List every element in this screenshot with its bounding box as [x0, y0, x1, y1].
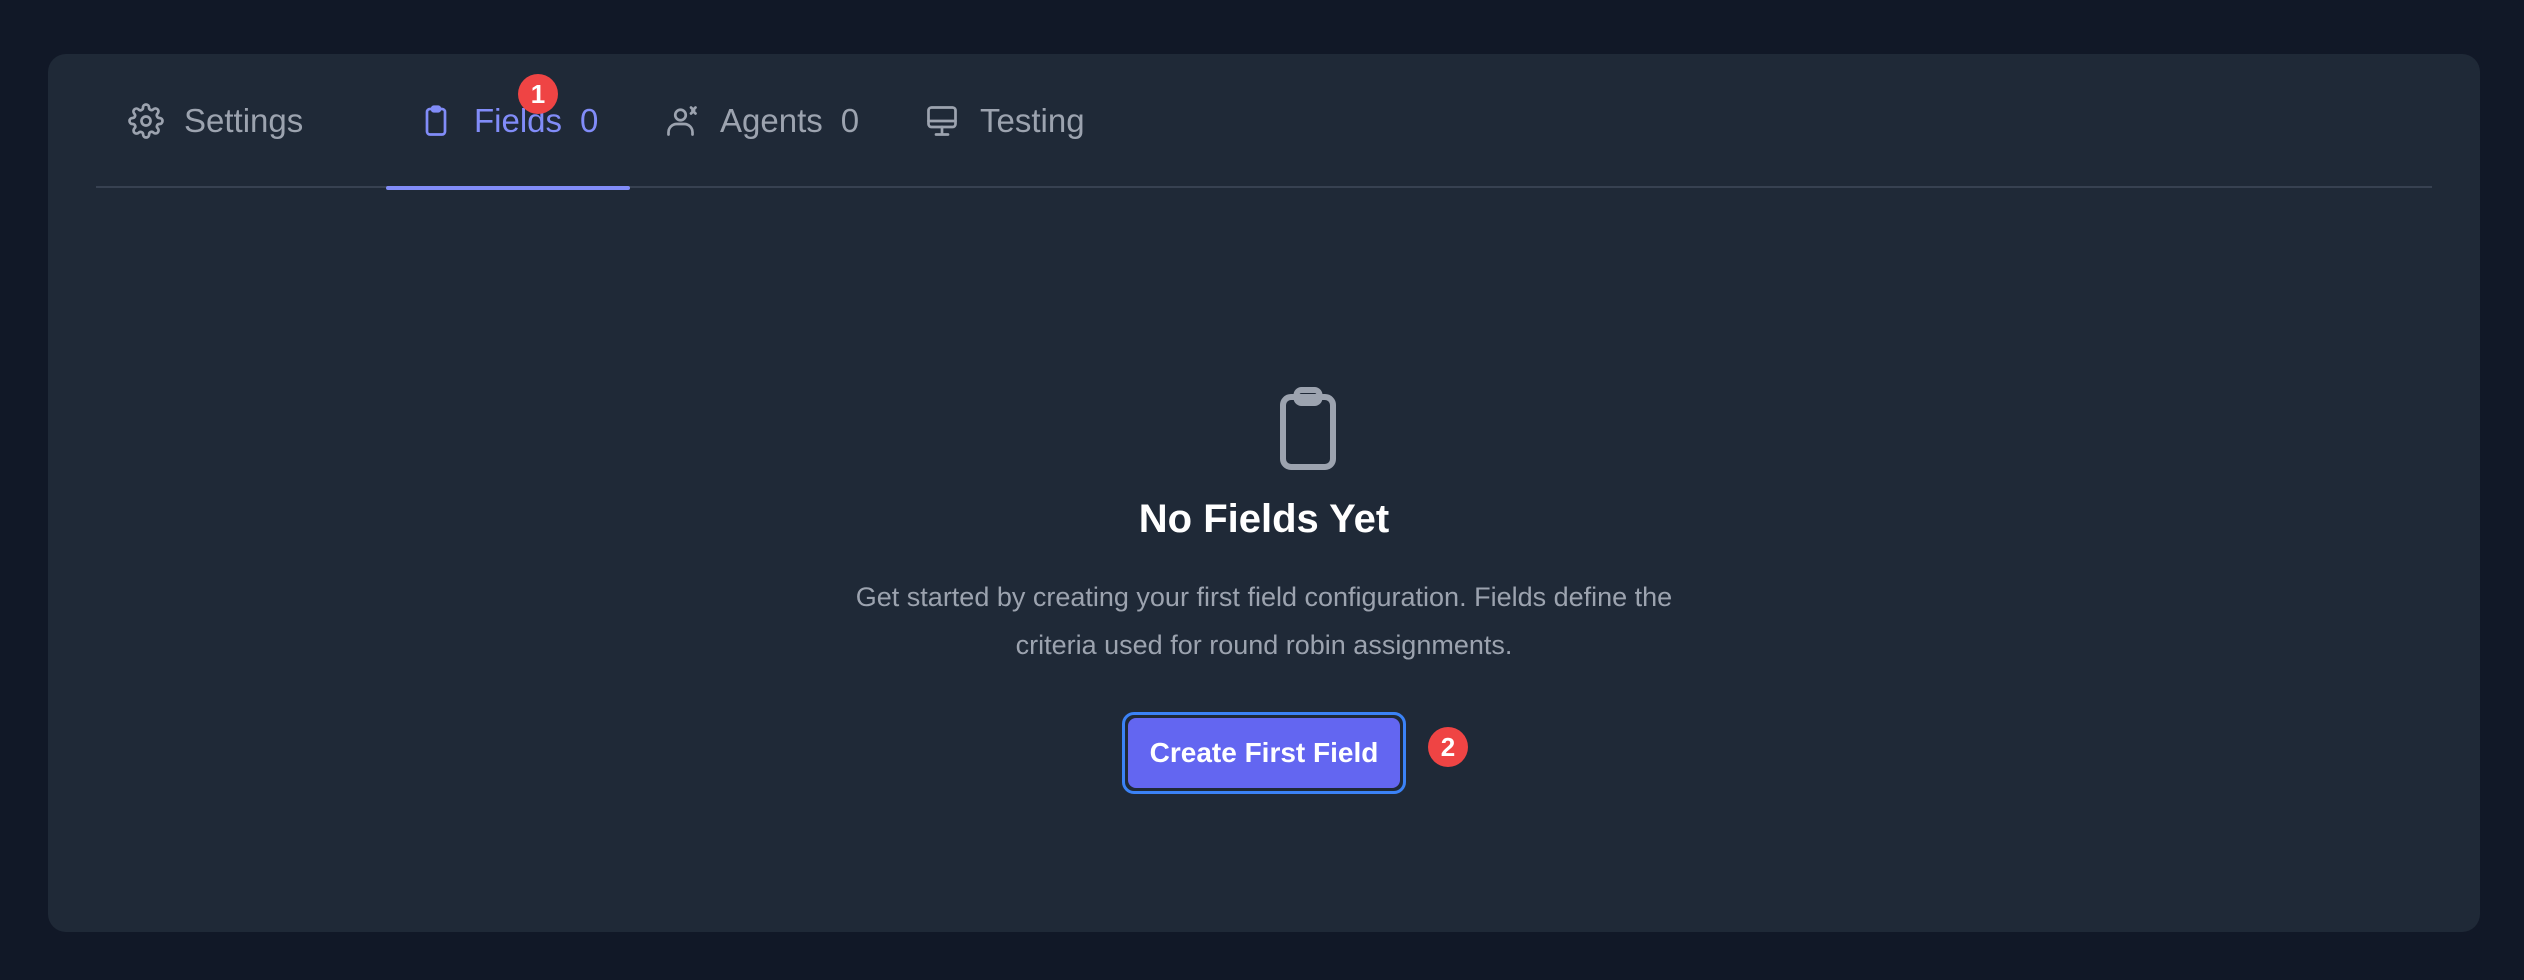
- user-assign-icon: [664, 103, 700, 139]
- tab-agents-label: Agents: [720, 102, 823, 139]
- clipboard-icon: [1248, 372, 1368, 492]
- tab-fields[interactable]: Fields 0: [386, 54, 631, 190]
- gear-icon: [128, 103, 164, 139]
- annotation-badge-2: 2: [1428, 727, 1468, 767]
- annotation-badge-1: 1: [518, 74, 558, 114]
- tab-testing[interactable]: Testing: [924, 54, 1085, 188]
- tab-agents-count: 0: [840, 102, 860, 139]
- tab-settings[interactable]: Settings: [128, 54, 303, 188]
- tab-testing-label: Testing: [980, 102, 1085, 139]
- tab-settings-label: Settings: [184, 102, 304, 139]
- clipboard-icon: [418, 103, 454, 139]
- fields-panel: Settings Fields 0 Agents 0 Testing 1 No …: [48, 54, 2480, 932]
- monitor-icon: [924, 103, 960, 139]
- tab-bar: Settings Fields 0 Agents 0 Testing: [96, 54, 2432, 190]
- empty-state-title: No Fields Yet: [1138, 497, 1390, 541]
- tab-agents[interactable]: Agents 0: [664, 54, 859, 188]
- create-first-field-label: Create First Field: [1128, 718, 1400, 788]
- tab-fields-count: 0: [580, 102, 599, 139]
- empty-state-description: Get started by creating your first field…: [855, 582, 1673, 660]
- create-first-field-button[interactable]: Create First Field: [1122, 712, 1406, 794]
